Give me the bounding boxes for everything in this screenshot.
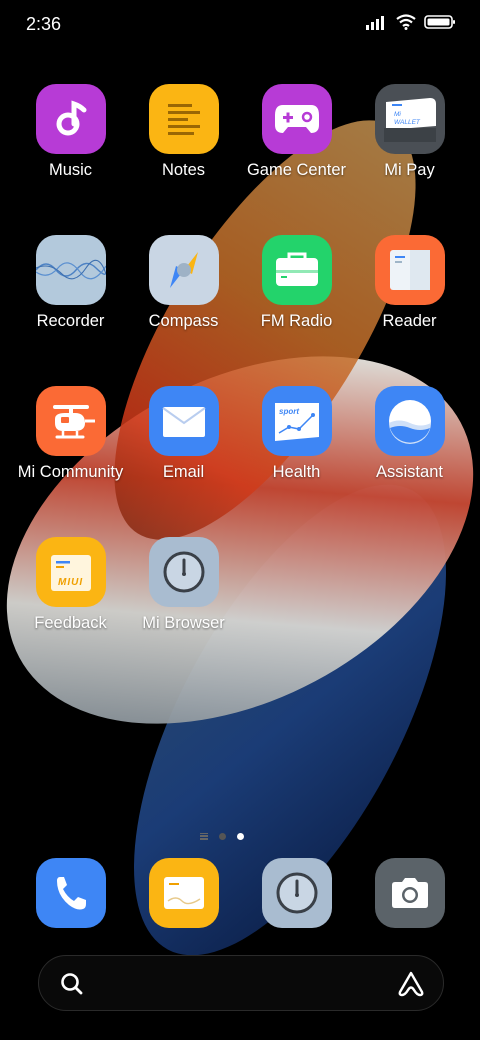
radio-icon[interactable] [261, 235, 332, 305]
music-icon[interactable] [35, 84, 106, 154]
list-icon [200, 832, 208, 840]
app-label: Notes [161, 161, 206, 179]
svg-text:WALLET: WALLET [394, 119, 421, 126]
wallet-icon[interactable]: Mi WALLET [374, 84, 445, 154]
page-indicator[interactable] [200, 830, 260, 842]
app-notes[interactable]: Notes [127, 84, 240, 180]
app-mi-pay[interactable]: Mi WALLET Mi Pay [353, 84, 466, 180]
app-reader[interactable]: Reader [353, 235, 466, 331]
app-assistant[interactable]: Assistant [353, 386, 466, 482]
app-health[interactable]: sport Health [240, 386, 353, 482]
camera-icon[interactable] [374, 858, 445, 928]
dock [14, 858, 466, 928]
notes-icon[interactable] [148, 84, 219, 154]
assistant-icon[interactable] [397, 970, 425, 998]
app-label: Health [272, 463, 321, 481]
browser-icon[interactable] [148, 537, 219, 607]
battery-icon [424, 15, 455, 29]
app-label: Recorder [36, 312, 105, 330]
app-feedback[interactable]: MIUI Feedback [14, 537, 127, 633]
app-music[interactable]: Music [14, 84, 127, 180]
mail-icon[interactable] [148, 386, 219, 456]
browser-icon[interactable] [261, 858, 332, 928]
phone-icon[interactable] [35, 858, 106, 928]
status-bar: 2:36 [0, 0, 480, 50]
search-bar[interactable] [38, 955, 444, 1011]
app-label: Music [48, 161, 93, 179]
app-label: Reader [382, 312, 437, 330]
app-email[interactable]: Email [127, 386, 240, 482]
app-label: Game Center [246, 161, 347, 179]
app-mi-browser[interactable]: Mi Browser [127, 537, 240, 633]
status-time: 2:36 [26, 14, 62, 34]
health-icon[interactable]: sport [261, 386, 332, 456]
app-label: Email [162, 463, 205, 481]
game-controller-icon[interactable] [261, 84, 332, 154]
app-recorder[interactable]: Recorder [14, 235, 127, 331]
app-label: Mi Browser [142, 614, 225, 632]
status-icons [366, 14, 456, 30]
app-mi-community[interactable]: Mi Community [14, 386, 127, 482]
wifi-icon [396, 14, 416, 30]
assistant-app-icon[interactable] [374, 386, 445, 456]
app-game-center[interactable]: Game Center [240, 84, 353, 180]
recorder-icon[interactable] [35, 235, 106, 305]
page-dot[interactable] [219, 832, 226, 840]
app-label: Mi Pay [384, 161, 435, 179]
app-compass[interactable]: Compass [127, 235, 240, 331]
app-label: Mi Community [17, 463, 124, 481]
app-label: FM Radio [260, 312, 333, 330]
app-grid: Music Notes Game Center Mi WALLET Mi Pay… [14, 84, 466, 633]
compass-icon[interactable] [148, 235, 219, 305]
app-label: Compass [148, 312, 219, 330]
signal-icon [366, 16, 384, 30]
svg-text:sport: sport [279, 407, 299, 416]
messages-icon[interactable] [148, 858, 219, 928]
app-fm-radio[interactable]: FM Radio [240, 235, 353, 331]
svg-text:MIUI: MIUI [58, 577, 83, 588]
helicopter-icon[interactable] [35, 386, 106, 456]
app-label: Feedback [34, 614, 107, 632]
page-dot-active[interactable] [237, 832, 244, 840]
app-label: Assistant [376, 463, 443, 481]
search-icon[interactable] [59, 971, 85, 997]
feedback-icon[interactable]: MIUI [35, 537, 106, 607]
reader-icon[interactable] [374, 235, 445, 305]
svg-text:Mi: Mi [394, 111, 401, 118]
